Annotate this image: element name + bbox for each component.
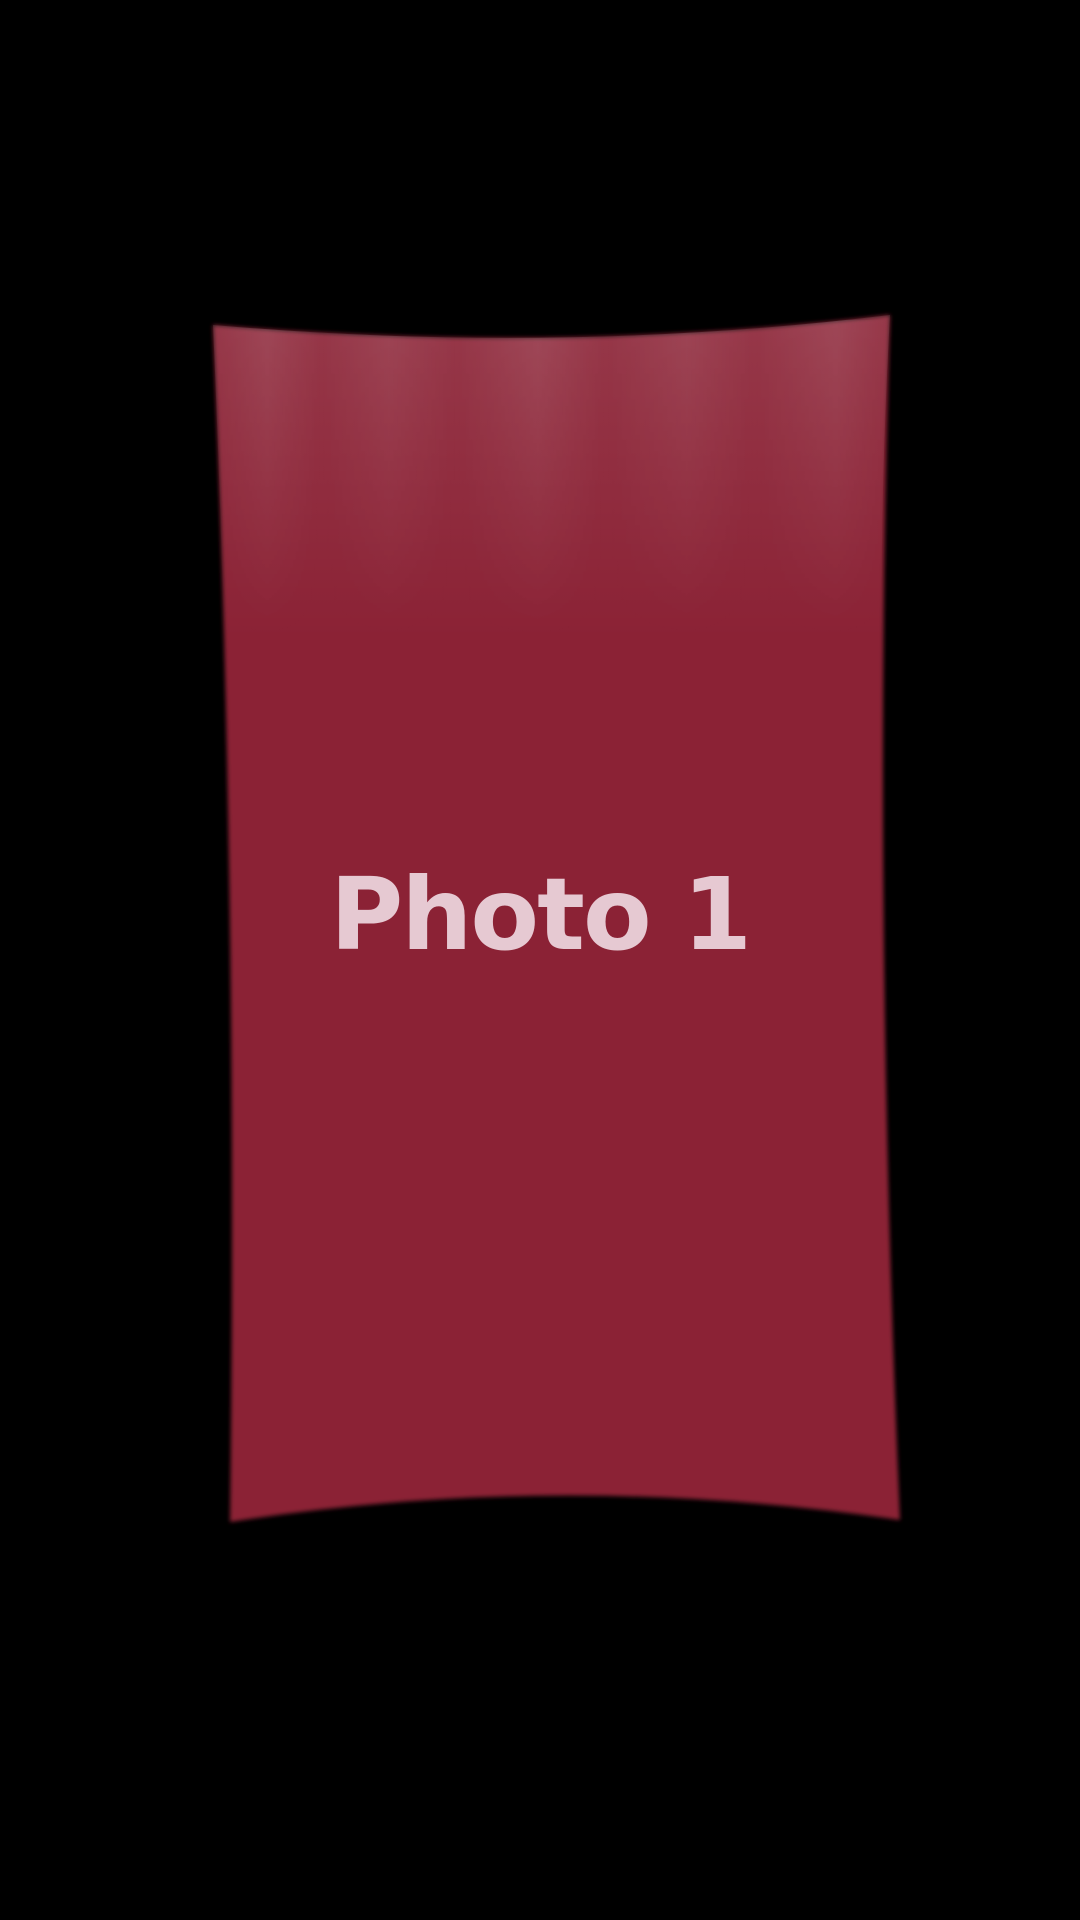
photo-viewer-screen: Photo 1 [0, 0, 1080, 1920]
photo-title: Photo 1 [329, 856, 752, 973]
